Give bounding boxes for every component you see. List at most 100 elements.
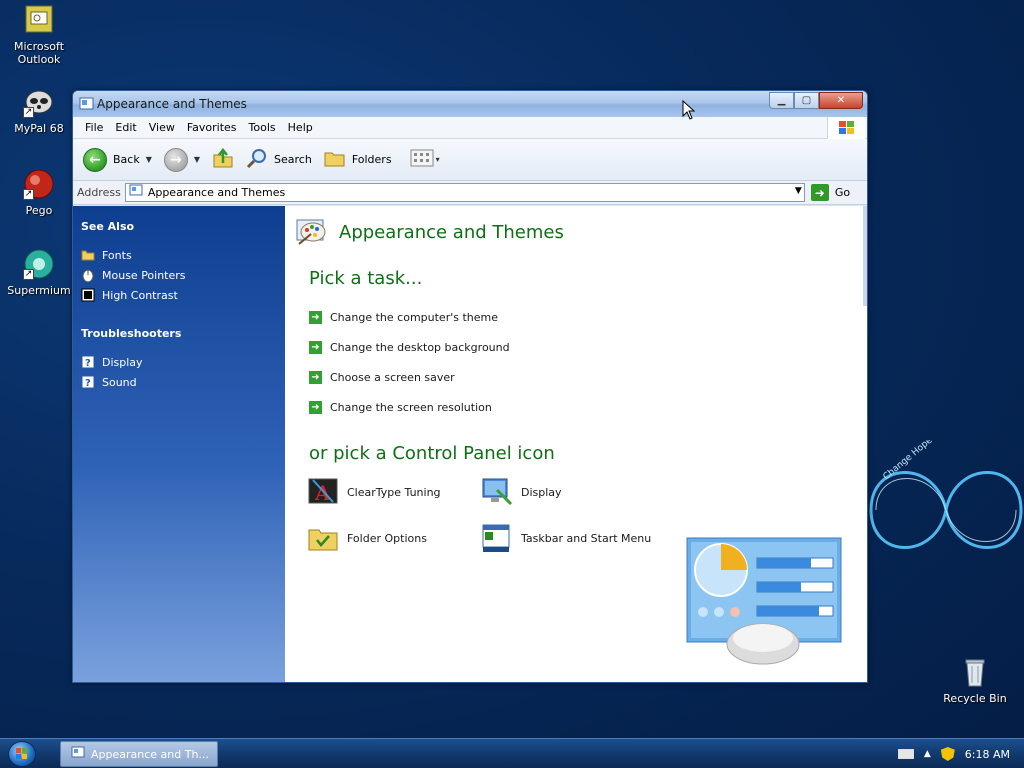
control-panel-illustration bbox=[686, 537, 842, 665]
task-change-theme[interactable]: ➜ Change the computer's theme bbox=[309, 302, 510, 332]
troubleshooter-display[interactable]: ? Display bbox=[81, 352, 285, 372]
task-screen-resolution[interactable]: ➜ Change the screen resolution bbox=[309, 392, 510, 422]
forward-arrow-icon: → bbox=[163, 147, 188, 172]
pick-task-heading: Pick a task... bbox=[309, 268, 423, 289]
address-value: Appearance and Themes bbox=[147, 186, 286, 199]
menu-bar: File Edit View Favorites Tools Help bbox=[73, 117, 867, 139]
toolbar: ← Back ▼ → ▼ Search Folders ▾ bbox=[73, 139, 867, 181]
cp-folder-options[interactable]: Folder Options bbox=[307, 522, 481, 554]
task-screen-saver[interactable]: ➜ Choose a screen saver bbox=[309, 362, 510, 392]
address-input[interactable]: Appearance and Themes ▼ bbox=[124, 183, 805, 202]
title-bar[interactable]: Appearance and Themes ▁ ▢ ✕ bbox=[73, 91, 867, 117]
main-pane: Appearance and Themes Pick a task... ➜ C… bbox=[285, 206, 867, 682]
see-also-label: Fonts bbox=[102, 248, 132, 262]
taskbar-button-label: Appearance and Th... bbox=[91, 747, 209, 761]
minimize-button[interactable]: ▁ bbox=[769, 92, 794, 109]
task-list: ➜ Change the computer's theme ➜ Change t… bbox=[309, 302, 510, 422]
help-icon: ? bbox=[81, 375, 95, 389]
security-shield-icon[interactable] bbox=[940, 747, 955, 761]
control-panel-icon bbox=[71, 746, 85, 763]
task-change-background[interactable]: ➜ Change the desktop background bbox=[309, 332, 510, 362]
close-button[interactable]: ✕ bbox=[819, 92, 863, 109]
svg-text:?: ? bbox=[85, 378, 91, 389]
go-button[interactable]: ➜ Go bbox=[810, 184, 851, 201]
keyboard-icon[interactable] bbox=[897, 749, 914, 759]
green-arrow-icon: ➜ bbox=[309, 400, 322, 414]
start-button[interactable] bbox=[8, 741, 36, 767]
folders-button[interactable]: Folders bbox=[324, 148, 392, 171]
green-arrow-icon: ➜ bbox=[309, 340, 322, 354]
shortcut-arrow-icon: ↗ bbox=[23, 189, 34, 200]
menu-favorites[interactable]: Favorites bbox=[181, 121, 243, 134]
cp-display[interactable]: Display bbox=[481, 476, 655, 508]
mouse-icon bbox=[81, 268, 95, 283]
contrast-icon bbox=[81, 288, 95, 302]
back-label: Back bbox=[113, 153, 140, 166]
desktop-icon-recycle-bin[interactable]: Recycle Bin bbox=[936, 656, 1014, 705]
views-button[interactable]: ▾ bbox=[410, 149, 440, 170]
scrollbar[interactable] bbox=[863, 206, 867, 306]
forward-button[interactable]: → ▼ bbox=[163, 147, 200, 172]
desktop-icon-mypal[interactable]: ↗ MyPal 68 bbox=[0, 86, 78, 135]
explorer-window[interactable]: Appearance and Themes ▁ ▢ ✕ File Edit Vi… bbox=[72, 90, 868, 683]
menu-file[interactable]: File bbox=[79, 121, 109, 134]
search-icon bbox=[246, 147, 268, 172]
search-button[interactable]: Search bbox=[246, 147, 312, 172]
taskbar-icon bbox=[481, 522, 513, 554]
control-panel-icon-grid: A ClearType Tuning Display Folder Option… bbox=[307, 476, 667, 554]
task-label: Change the computer's theme bbox=[330, 310, 498, 324]
forward-dropdown-icon[interactable]: ▼ bbox=[194, 155, 200, 164]
taskbar-button-appearance[interactable]: Appearance and Th... bbox=[60, 741, 218, 767]
views-dropdown-icon[interactable]: ▾ bbox=[436, 155, 440, 164]
pego-icon: ↗ bbox=[23, 168, 55, 200]
help-icon: ? bbox=[81, 355, 95, 369]
maximize-button[interactable]: ▢ bbox=[794, 92, 819, 109]
folders-label: Folders bbox=[351, 153, 392, 166]
wallpaper-swirl: Change Hope bbox=[869, 440, 1023, 549]
troubleshooter-sound[interactable]: ? Sound bbox=[81, 372, 285, 392]
desktop-icon-label: Microsoft Outlook bbox=[13, 40, 65, 66]
address-dropdown-icon[interactable]: ▼ bbox=[795, 186, 802, 196]
desktop-icon-label: MyPal 68 bbox=[14, 122, 64, 135]
control-panel-icons-heading: or pick a Control Panel icon bbox=[309, 443, 555, 464]
cp-taskbar-start-menu[interactable]: Taskbar and Start Menu bbox=[481, 522, 655, 554]
views-icon bbox=[410, 149, 434, 170]
address-label: Address bbox=[77, 186, 121, 199]
clock[interactable]: 6:18 AM bbox=[965, 748, 1010, 761]
back-dropdown-icon[interactable]: ▼ bbox=[146, 155, 152, 164]
cp-cleartype-tuning[interactable]: A ClearType Tuning bbox=[307, 476, 481, 508]
wallpaper-text: Change Hope bbox=[882, 440, 935, 482]
desktop-icon-outlook[interactable]: Microsoft Outlook bbox=[0, 4, 78, 66]
task-label: Change the screen resolution bbox=[330, 400, 492, 414]
folders-icon bbox=[324, 148, 346, 171]
see-also-mouse-pointers[interactable]: Mouse Pointers bbox=[81, 265, 285, 285]
show-hidden-icons-icon[interactable]: ▲ bbox=[924, 749, 931, 759]
control-panel-icon bbox=[129, 184, 143, 201]
see-also-high-contrast[interactable]: High Contrast bbox=[81, 285, 285, 305]
see-also-fonts[interactable]: Fonts bbox=[81, 245, 285, 265]
appearance-themes-icon bbox=[295, 214, 329, 251]
task-pane: See Also Fonts Mouse Pointers High Contr… bbox=[73, 206, 285, 682]
desktop-icon-pego[interactable]: ↗ Pego bbox=[0, 168, 78, 217]
troubleshooter-label: Display bbox=[102, 355, 143, 369]
shortcut-arrow-icon: ↗ bbox=[23, 107, 34, 118]
desktop-icon-supermium[interactable]: ↗ Supermium bbox=[0, 248, 78, 297]
up-button[interactable] bbox=[212, 147, 234, 172]
menu-edit[interactable]: Edit bbox=[109, 121, 142, 134]
mypal-icon: ↗ bbox=[23, 86, 55, 118]
menu-help[interactable]: Help bbox=[282, 121, 319, 134]
outlook-icon bbox=[23, 4, 55, 36]
svg-text:?: ? bbox=[85, 358, 91, 369]
back-button[interactable]: ← Back ▼ bbox=[83, 147, 152, 172]
menu-tools[interactable]: Tools bbox=[243, 121, 282, 134]
menu-view[interactable]: View bbox=[143, 121, 181, 134]
back-arrow-icon: ← bbox=[83, 147, 107, 172]
address-bar: Address Appearance and Themes ▼ ➜ Go bbox=[73, 181, 867, 205]
cp-label: Folder Options bbox=[347, 531, 427, 545]
taskbar: Appearance and Th... ▲ 6:18 AM bbox=[0, 738, 1024, 768]
cp-label: ClearType Tuning bbox=[347, 485, 441, 499]
go-label: Go bbox=[834, 186, 851, 199]
control-panel-icon bbox=[79, 96, 95, 112]
cleartype-icon: A bbox=[307, 476, 339, 508]
task-label: Choose a screen saver bbox=[330, 370, 455, 384]
